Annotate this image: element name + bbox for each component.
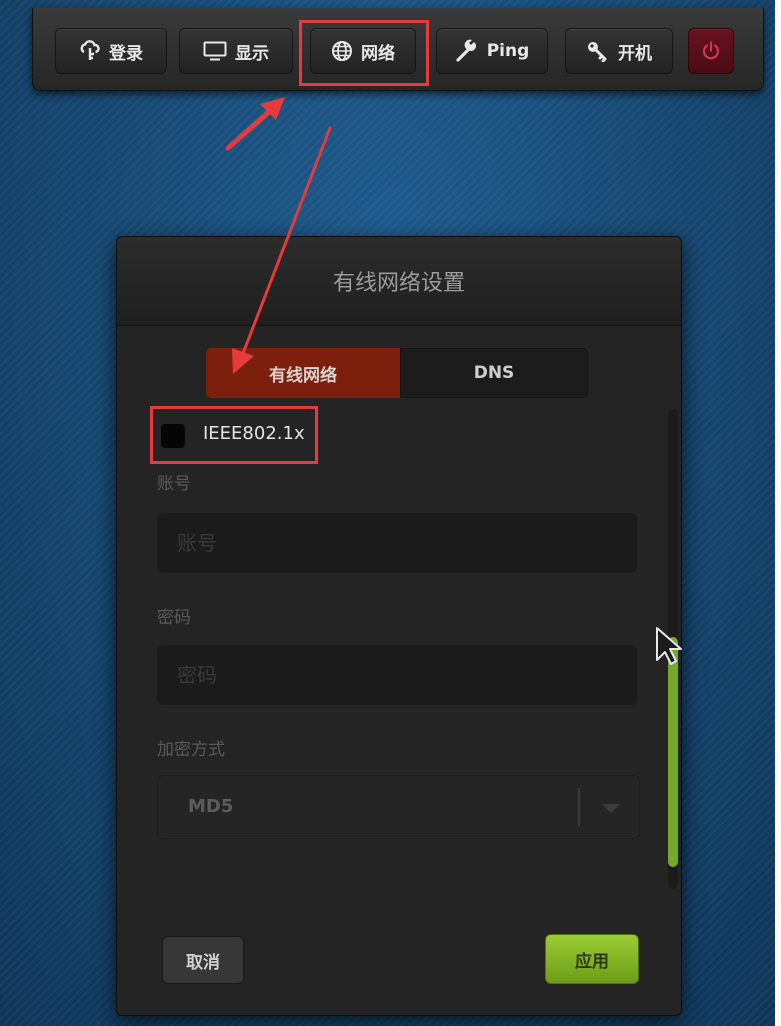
dialog-title: 有线网络设置 <box>332 271 465 296</box>
cancel-button[interactable]: 取消 <box>162 936 244 984</box>
network-highlight-box <box>299 20 429 86</box>
power-on-button[interactable]: 开机 <box>565 28 673 74</box>
cloud-key-icon <box>79 40 101 62</box>
apply-button[interactable]: 应用 <box>545 934 639 984</box>
key-icon <box>586 40 610 62</box>
dialog-header: 有线网络设置 <box>117 237 681 326</box>
encryption-selected-value: MD5 <box>188 796 234 817</box>
select-divider <box>578 788 580 826</box>
encryption-label: 加密方式 <box>157 740 225 760</box>
chevron-down-icon[interactable] <box>602 804 620 813</box>
wrench-icon <box>455 39 479 63</box>
display-label: 显示 <box>235 43 269 64</box>
cancel-label: 取消 <box>186 952 220 973</box>
password-input[interactable] <box>157 645 637 705</box>
account-label: 账号 <box>157 474 191 494</box>
power-on-label: 开机 <box>618 43 652 64</box>
apply-label: 应用 <box>575 951 609 972</box>
tab-wired-network[interactable]: 有线网络 <box>206 348 400 398</box>
power-icon <box>701 41 721 61</box>
ping-label: Ping <box>486 41 530 61</box>
display-button[interactable]: 显示 <box>179 28 293 74</box>
tab-wired-network-label: 有线网络 <box>269 365 337 386</box>
ping-button[interactable]: Ping <box>436 28 548 74</box>
login-button[interactable]: 登录 <box>55 28 167 74</box>
encryption-select[interactable]: MD5 <box>157 775 640 839</box>
ieee-highlight-box <box>150 406 318 464</box>
scrollbar-thumb[interactable] <box>668 637 678 867</box>
login-label: 登录 <box>109 43 143 64</box>
tab-dns-label: DNS <box>473 363 515 383</box>
password-label: 密码 <box>157 608 191 628</box>
power-button[interactable] <box>688 28 734 74</box>
tab-dns[interactable]: DNS <box>400 348 588 398</box>
monitor-icon <box>203 41 227 61</box>
wired-network-dialog: 有线网络设置 有线网络 DNS IEEE802.1x 账号 密码 加密方式 MD… <box>116 236 682 1016</box>
account-input[interactable] <box>157 513 637 573</box>
